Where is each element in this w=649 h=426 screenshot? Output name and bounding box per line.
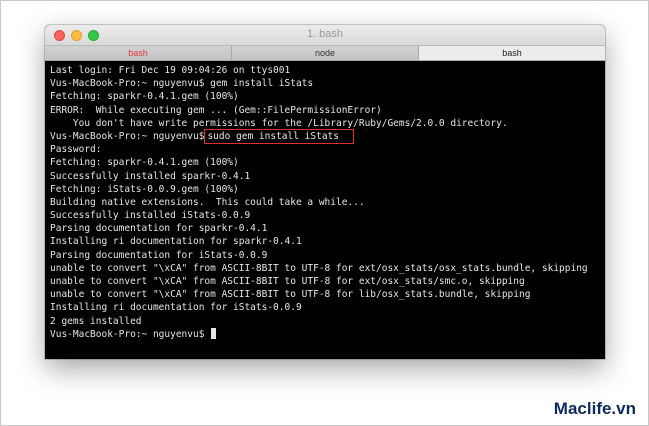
- line-text: 2 gems installed: [50, 315, 142, 327]
- terminal-line: You don't have write permissions for the…: [50, 117, 605, 130]
- terminal-line: Vus-MacBook-Pro:~ nguyenvu$ sudo gem inst…: [50, 128, 605, 145]
- line-text: Fetching: sparkr-0.4.1.gem (100%): [50, 157, 239, 169]
- line-text: Password:: [50, 144, 102, 156]
- terminal-output[interactable]: Last login: Fri Dec 19 09:04:26 on ttys0…: [45, 61, 605, 359]
- line-text: Parsing documentation for iStats-0.0.9: [50, 249, 268, 261]
- line-text: Installing ri documentation for sparkr-0…: [50, 236, 302, 248]
- tab-bar: bash node bash: [45, 46, 605, 61]
- terminal-line: Vus-MacBook-Pro:~ nguyenvu$ gem install …: [50, 77, 605, 90]
- terminal-line: Installing ri documentation for sparkr-0…: [50, 235, 605, 248]
- terminal-line: Successfully installed iStats-0.0.9: [50, 209, 605, 222]
- highlighted-command: sudo gem install iStats: [204, 128, 354, 145]
- tab-bash-1[interactable]: bash: [45, 46, 232, 60]
- terminal-line: Password:: [50, 143, 605, 156]
- line-text: Building native extensions. This could t…: [50, 196, 365, 208]
- watermark-logo: Maclife.vn: [553, 399, 636, 418]
- prompt: Vus-MacBook-Pro:~ nguyenvu$: [50, 130, 205, 142]
- terminal-window: 1. bash bash node bash Last login: Fri D…: [45, 25, 605, 359]
- terminal-line: Fetching: sparkr-0.4.1.gem (100%): [50, 156, 605, 169]
- line-text: Vus-MacBook-Pro:~ nguyenvu$ gem install …: [50, 78, 314, 90]
- line-text: unable to convert "\xCA" from ASCII-8BIT…: [50, 289, 531, 301]
- line-text: Last login: Fri Dec 19 09:04:26 on ttys0…: [50, 65, 291, 76]
- terminal-line: 2 gems installed: [50, 315, 605, 328]
- line-text: ERROR: While executing gem ... (Gem::Fil…: [50, 104, 382, 116]
- terminal-line: unable to convert "\xCA" from ASCII-8BIT…: [50, 262, 605, 275]
- line-text: Vus-MacBook-Pro:~ nguyenvu$: [50, 328, 211, 340]
- terminal-line: Last login: Fri Dec 19 09:04:26 on ttys0…: [50, 64, 605, 77]
- line-text: unable to convert "\xCA" from ASCII-8BIT…: [50, 262, 588, 274]
- page: 1. bash bash node bash Last login: Fri D…: [0, 0, 649, 426]
- cursor: [211, 327, 217, 339]
- terminal-line: Installing ri documentation for iStats-0…: [50, 301, 605, 314]
- line-text: Fetching: sparkr-0.4.1.gem (100%): [50, 91, 239, 103]
- terminal-line: Fetching: iStats-0.0.9.gem (100%): [50, 183, 605, 196]
- terminal-line: Fetching: sparkr-0.4.1.gem (100%): [50, 90, 605, 103]
- tab-node[interactable]: node: [232, 46, 419, 60]
- terminal-line: unable to convert "\xCA" from ASCII-8BIT…: [50, 288, 605, 301]
- line-text: Parsing documentation for sparkr-0.4.1: [50, 223, 268, 235]
- line-text: Successfully installed sparkr-0.4.1: [50, 170, 251, 182]
- terminal-line: ERROR: While executing gem ... (Gem::Fil…: [50, 104, 605, 117]
- terminal-line: Parsing documentation for sparkr-0.4.1: [50, 222, 605, 235]
- terminal-line: Vus-MacBook-Pro:~ nguyenvu$: [50, 327, 605, 341]
- terminal-line: unable to convert "\xCA" from ASCII-8BIT…: [50, 275, 605, 288]
- terminal-line: Successfully installed sparkr-0.4.1: [50, 170, 605, 183]
- tab-bash-active[interactable]: bash: [419, 46, 605, 60]
- line-text: Successfully installed iStats-0.0.9: [50, 210, 251, 222]
- terminal-line: Building native extensions. This could t…: [50, 196, 605, 209]
- terminal-line: Parsing documentation for iStats-0.0.9: [50, 249, 605, 262]
- window-title: 1. bash: [306, 28, 344, 40]
- line-text: Installing ri documentation for iStats-0…: [50, 302, 302, 314]
- line-text: unable to convert "\xCA" from ASCII-8BIT…: [50, 276, 525, 287]
- line-text: You don't have write permissions for the…: [50, 117, 508, 129]
- line-text: Fetching: iStats-0.0.9.gem (100%): [50, 183, 239, 195]
- title-bar[interactable]: 1. bash: [45, 25, 605, 46]
